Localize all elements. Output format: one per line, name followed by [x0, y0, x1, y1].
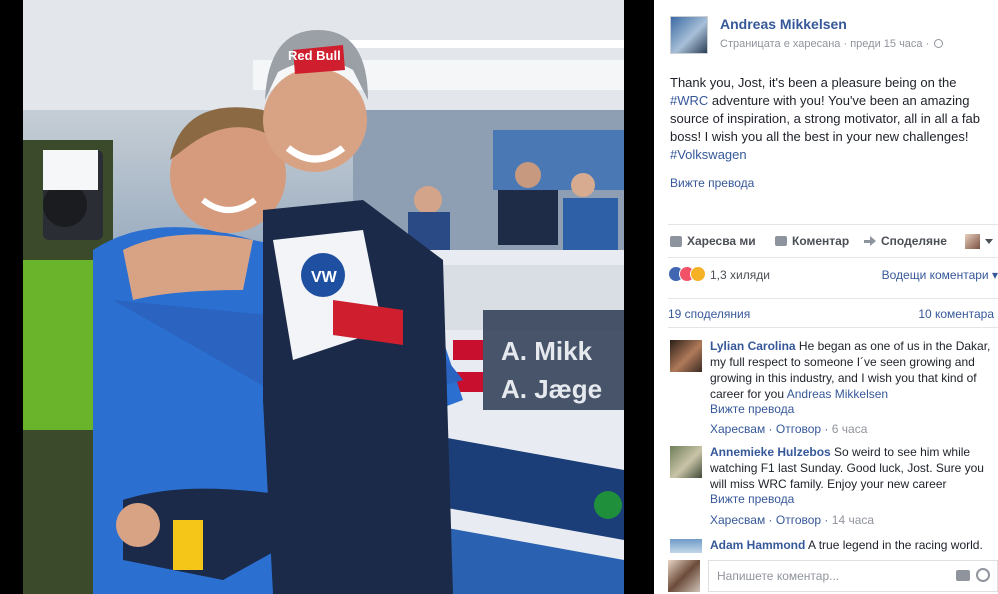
post-body: Thank you, Jost, it's been a pleasure be… [670, 74, 996, 164]
comment-reply-link[interactable]: Отговор [776, 513, 821, 527]
comment-see-translation-link[interactable]: Вижте превода [710, 402, 794, 416]
meta-separator-2: · [925, 38, 930, 50]
comment-author-link[interactable]: Annemieke Hulzebos [710, 445, 831, 459]
comment-see-translation-link[interactable]: Вижте превода [710, 492, 794, 506]
post-photo[interactable]: A. Mikk A. Jæge VW Red Bull [23, 0, 624, 594]
comment-like-link[interactable]: Харесвам [710, 513, 765, 527]
comment-author-link[interactable]: Lylian Carolina [710, 339, 796, 353]
engagement-counts: 19 споделяния 10 коментара [668, 298, 998, 328]
comment-composer: Напишете коментар... [668, 556, 998, 594]
car-name-2: A. Jæge [501, 374, 602, 404]
comments-count-link[interactable]: 10 коментара [918, 307, 994, 321]
user-mini-avatar [965, 234, 980, 249]
hashtag-wrc-link[interactable]: #WRC [670, 93, 708, 108]
post-text-1: Thank you, Jost, it's been a pleasure be… [670, 75, 957, 90]
post-header: Andreas Mikkelsen Страницата е харесана … [668, 12, 998, 58]
comment-avatar[interactable] [670, 340, 702, 372]
top-comments-label: Водещи коментари [881, 268, 989, 282]
comment-input-placeholder: Напишете коментар... [717, 569, 840, 583]
comment-actions: Харесвам · Отговор · 6 часа [710, 422, 868, 436]
car-name-1: A. Mikk [501, 336, 593, 366]
chevron-down-icon [985, 239, 993, 244]
comment-item: Lylian Carolina He began as one of us in… [670, 338, 996, 438]
comment-label: Коментар [792, 234, 850, 248]
like-label: Харесва ми [687, 234, 756, 248]
comment-like-link[interactable]: Харесвам [710, 422, 765, 436]
like-button[interactable]: Харесва ми [670, 234, 756, 248]
comment-icon [775, 236, 787, 246]
meta-separator: · [843, 38, 848, 50]
comment-item: Annemieke Hulzebos So weird to see him w… [670, 444, 996, 534]
camera-icon[interactable] [956, 570, 970, 581]
emoji-icon[interactable] [976, 568, 990, 582]
user-avatar [668, 560, 700, 592]
thumbs-up-icon [670, 235, 682, 247]
top-comments-dropdown[interactable]: Водещи коментари ▾ [882, 268, 998, 282]
page-avatar[interactable] [670, 16, 708, 54]
comment-text: A true legend in the racing world. [805, 538, 983, 552]
post-text-2: adventure with you! You've been an amazi… [670, 93, 980, 144]
post-timestamp[interactable]: преди 15 часа [850, 38, 922, 50]
comment-actions: Харесвам · Отговор · 14 часа [710, 513, 875, 527]
page-name-link[interactable]: Andreas Mikkelsen [720, 16, 847, 32]
comment-body: Annemieke Hulzebos So weird to see him w… [710, 444, 992, 492]
post-side-panel: Andreas Mikkelsen Страницата е харесана … [654, 0, 998, 594]
sad-reaction-icon [690, 266, 706, 282]
svg-text:VW: VW [311, 269, 338, 286]
post-meta: Страницата е харесана · преди 15 часа · [720, 38, 944, 50]
comment-author-link[interactable]: Adam Hammond [710, 538, 805, 552]
comment-mention-link[interactable]: Andreas Mikkelsen [787, 387, 888, 401]
shares-count-link[interactable]: 19 споделяния [668, 307, 750, 321]
see-translation-link[interactable]: Вижте превода [670, 176, 754, 190]
comment-body: Adam Hammond A true legend in the racing… [710, 537, 992, 553]
comment-body: Lylian Carolina He began as one of us in… [710, 338, 992, 402]
post-actions-bar: Харесва ми Коментар Споделяне [668, 224, 998, 258]
comment-time[interactable]: 14 часа [832, 513, 874, 527]
cap-logo-text: Red Bull [288, 48, 341, 63]
reaction-count[interactable]: 1,3 хиляди [710, 268, 770, 282]
comment-item: Adam Hammond A true legend in the racing… [670, 537, 996, 555]
reactions-summary[interactable]: 1,3 хиляди Водещи коментари ▾ [668, 264, 998, 286]
post-as-selector[interactable] [965, 234, 993, 249]
comment-time[interactable]: 6 часа [832, 422, 868, 436]
comment-reply-link[interactable]: Отговор [776, 422, 821, 436]
hashtag-volkswagen-link[interactable]: #Volkswagen [670, 147, 747, 162]
photo-illustration: A. Mikk A. Jæge VW Red Bull [23, 0, 624, 594]
share-label: Споделяне [881, 234, 947, 248]
share-button[interactable]: Споделяне [864, 234, 947, 248]
comment-button[interactable]: Коментар [775, 234, 849, 248]
share-icon [864, 236, 876, 246]
page-liked-status[interactable]: Страницата е харесана [720, 38, 840, 50]
comment-input[interactable]: Напишете коментар... [708, 560, 998, 592]
comment-avatar[interactable] [670, 539, 702, 553]
comment-avatar[interactable] [670, 446, 702, 478]
globe-icon[interactable] [934, 39, 944, 48]
